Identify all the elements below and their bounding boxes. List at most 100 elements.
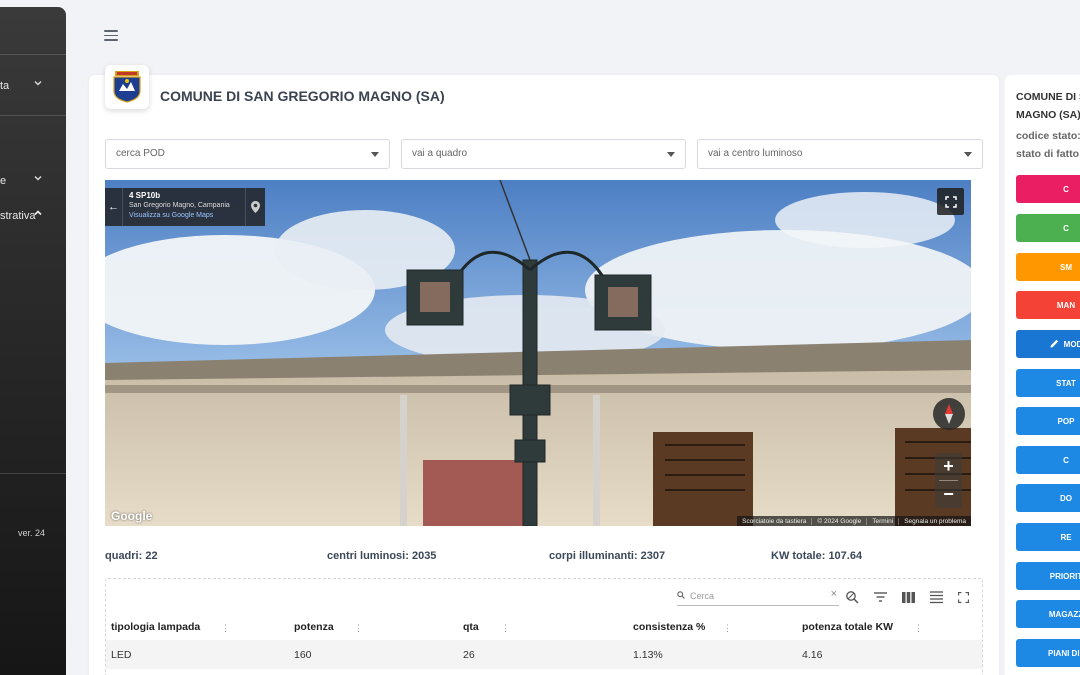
stat-corpi-illuminanti: corpi illuminanti: 2307 <box>549 550 666 562</box>
panel-title-line: MAGNO (SA) <box>1016 109 1080 121</box>
table-cell: 1.13% <box>633 649 663 661</box>
codice-stato-label: codice stato: <box>1016 130 1080 142</box>
back-arrow-icon[interactable]: ← <box>105 188 123 226</box>
search-placeholder: Cerca <box>690 591 715 601</box>
keyboard-shortcuts-link[interactable]: Scorciatoie da tastiera <box>737 518 811 525</box>
column-menu-icon[interactable]: ⋮ <box>501 623 510 634</box>
google-logo: Google <box>111 509 153 523</box>
action-button-7[interactable]: POP <box>1016 407 1080 435</box>
modify-button[interactable]: MOD <box>1016 330 1080 358</box>
zoom-in-button[interactable]: + <box>935 453 962 480</box>
action-button-2[interactable]: C <box>1016 214 1080 242</box>
page-title: COMUNE DI SAN GREGORIO MAGNO (SA) <box>160 88 445 104</box>
button-label: MAGAZZ <box>1048 609 1080 619</box>
sidebar: ta e strativa ver. 24 <box>0 7 66 675</box>
action-button-13[interactable]: PIANI DI I <box>1016 639 1080 667</box>
table-search-input[interactable]: Cerca × <box>677 586 839 606</box>
map-footer: Scorciatoie da tastiera © 2024 Google Te… <box>737 516 971 526</box>
sidebar-divider <box>0 473 66 474</box>
column-header[interactable]: potenza totale KW <box>802 621 893 633</box>
stat-centri-luminosi: centri luminosi: 2035 <box>327 550 437 562</box>
search-toggle-icon[interactable] <box>844 589 860 605</box>
column-menu-icon[interactable]: ⋮ <box>723 623 732 634</box>
action-button-3[interactable]: SM <box>1016 253 1080 281</box>
sidebar-item-label: e <box>0 175 7 187</box>
sidebar-item-1[interactable]: ta <box>0 80 9 92</box>
chevron-down-icon <box>34 79 42 90</box>
street-view-location: San Gregorio Magno, Campania <box>129 202 230 209</box>
table-cell: LED <box>111 649 132 661</box>
clear-search-icon[interactable]: × <box>831 588 837 600</box>
compass-icon[interactable] <box>933 398 965 430</box>
stat-kw-totale: KW totale: 107.64 <box>771 550 863 562</box>
column-menu-icon[interactable]: ⋮ <box>221 623 230 634</box>
chevron-down-icon <box>34 174 42 185</box>
zoom-control: + − <box>935 453 962 508</box>
action-button-1[interactable]: C <box>1016 175 1080 203</box>
menu-toggle-icon[interactable] <box>104 30 118 41</box>
street-view-title: 4 SP10b <box>129 191 161 200</box>
column-menu-icon[interactable]: ⋮ <box>354 623 363 634</box>
terms-link[interactable]: Termini <box>866 517 898 525</box>
main-card: COMUNE DI SAN GREGORIO MAGNO (SA) cerca … <box>89 65 999 675</box>
sidebar-divider <box>0 115 66 116</box>
right-panel: COMUNE DI S MAGNO (SA) codice stato: sta… <box>1005 75 1080 675</box>
zoom-out-button[interactable]: − <box>935 481 962 508</box>
table-row[interactable] <box>106 640 982 669</box>
button-label: MOD <box>1063 339 1080 349</box>
button-label: STAT <box>1056 378 1076 388</box>
search-icon <box>677 591 685 601</box>
location-pin-icon[interactable] <box>245 188 265 226</box>
sidebar-divider <box>0 54 66 55</box>
dropdown-arrow-icon <box>964 152 972 157</box>
google-maps-link[interactable]: Visualizza su Google Maps <box>129 212 213 219</box>
button-label: POP <box>1057 416 1075 426</box>
report-problem-link[interactable]: Segnala un problema <box>898 517 971 525</box>
sidebar-item-2[interactable]: e <box>0 175 6 187</box>
quadro-select[interactable]: vai a quadro <box>401 139 686 169</box>
filter-icon[interactable] <box>872 589 888 605</box>
action-button-10[interactable]: RE <box>1016 523 1080 551</box>
dropdown-arrow-icon <box>667 152 675 157</box>
button-label: RE <box>1060 532 1072 542</box>
pod-search-select[interactable]: cerca POD <box>105 139 390 169</box>
fullscreen-table-icon[interactable] <box>955 589 971 605</box>
copyright-text: © 2024 Google <box>811 517 866 525</box>
button-label: C <box>1063 455 1069 465</box>
action-button-12[interactable]: MAGAZZ <box>1016 600 1080 628</box>
column-menu-icon[interactable]: ⋮ <box>914 623 923 634</box>
pod-search-placeholder: cerca POD <box>116 148 165 159</box>
column-header[interactable]: potenza <box>294 621 334 633</box>
street-view-image <box>105 180 971 526</box>
column-header[interactable]: qta <box>463 621 479 633</box>
sidebar-item-label: strativa <box>0 210 36 222</box>
table-cell: 26 <box>463 649 475 661</box>
action-button-9[interactable]: DO <box>1016 484 1080 512</box>
fullscreen-icon[interactable] <box>937 188 964 215</box>
pencil-icon <box>1050 339 1059 350</box>
column-header[interactable]: tipologia lampada <box>111 621 200 633</box>
action-button-4[interactable]: MAN <box>1016 291 1080 319</box>
action-button-6[interactable]: STAT <box>1016 369 1080 397</box>
action-button-11[interactable]: PRIORIT <box>1016 562 1080 590</box>
centro-luminoso-select[interactable]: vai a centro luminoso <box>697 139 983 169</box>
centro-placeholder: vai a centro luminoso <box>708 148 803 159</box>
table-cell: 4.16 <box>802 649 823 661</box>
column-header[interactable]: consistenza % <box>633 621 705 633</box>
chevron-up-icon <box>34 209 42 220</box>
button-label: PRIORIT <box>1049 571 1080 581</box>
density-icon[interactable] <box>928 589 944 605</box>
version-label: ver. 24 <box>18 528 46 538</box>
button-label: SM <box>1060 262 1072 272</box>
button-label: C <box>1063 223 1069 233</box>
action-button-8[interactable]: C <box>1016 446 1080 474</box>
button-label: C <box>1063 184 1069 194</box>
municipality-logo <box>105 65 149 109</box>
sidebar-item-3[interactable]: strativa <box>0 210 35 222</box>
button-label: DO <box>1060 493 1072 503</box>
street-view-panorama[interactable]: ← 4 SP10b San Gregorio Magno, Campania V… <box>105 180 971 526</box>
panel-title-line: COMUNE DI S <box>1016 91 1080 103</box>
street-view-info-box: ← 4 SP10b San Gregorio Magno, Campania V… <box>105 188 265 226</box>
columns-icon[interactable] <box>900 589 916 605</box>
table-cell: 160 <box>294 649 312 661</box>
